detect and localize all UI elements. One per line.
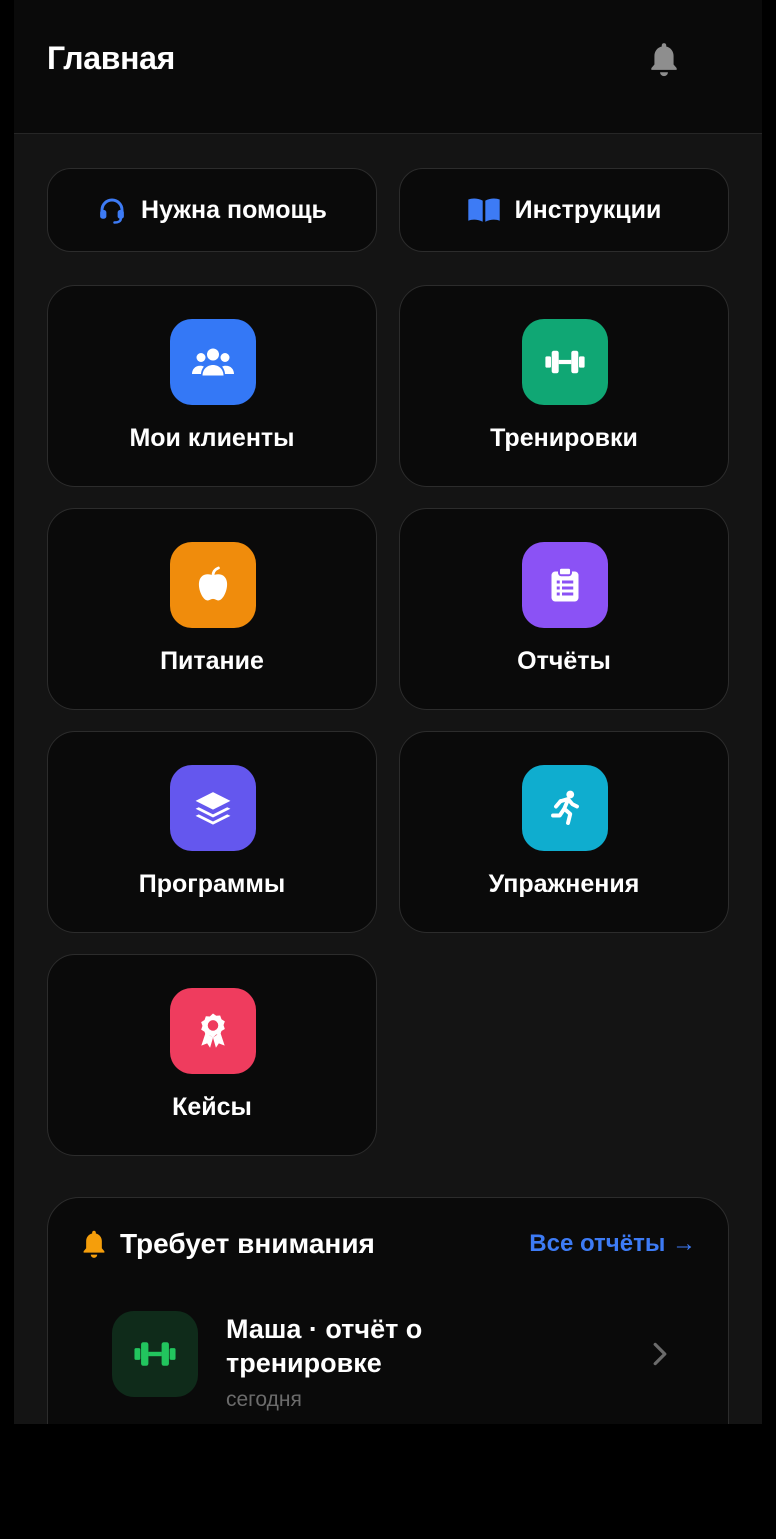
tile-label: Кейсы [172, 1093, 252, 1121]
headset-icon [100, 198, 124, 224]
tile-workouts[interactable]: Тренировки [399, 285, 729, 487]
users-icon [170, 319, 256, 405]
tile-label: Мои клиенты [129, 424, 295, 452]
layers-icon [170, 765, 256, 851]
attention-header: Требует внимания [80, 1228, 375, 1260]
notifications-button[interactable] [642, 38, 686, 82]
tile-label: Программы [138, 870, 286, 898]
attention-card: Требует внимания Все отчёты → Маша · отч… [47, 1197, 729, 1424]
all-reports-link[interactable]: Все отчёты → [529, 1230, 696, 1258]
list-item[interactable]: Маша · отчёт о тренировке сегодня [112, 1308, 672, 1411]
list-item-title: Маша · отчёт о тренировке [226, 1314, 423, 1378]
tile-label: Тренировки [490, 424, 638, 452]
top-bar: Главная [14, 0, 762, 134]
attention-title: Требует внимания [120, 1228, 375, 1259]
page-title: Главная [47, 40, 176, 76]
dumbbell-icon [522, 319, 608, 405]
apple-icon [170, 542, 256, 628]
bell-icon [651, 43, 677, 77]
award-icon [170, 988, 256, 1074]
home-screen: Главная Нужна помощь Инструкции Мои клие… [14, 0, 762, 1424]
list-item-subtitle: сегодня [226, 1388, 302, 1411]
instructions-button-label: Инструкции [514, 195, 662, 224]
clipboard-icon [522, 542, 608, 628]
instructions-button[interactable]: Инструкции [399, 168, 729, 252]
tile-label: Отчёты [517, 647, 611, 675]
tile-nutrition[interactable]: Питание [47, 508, 377, 710]
tile-label: Упражнения [488, 870, 640, 898]
tile-reports[interactable]: Отчёты [399, 508, 729, 710]
tile-cases[interactable]: Кейсы [47, 954, 377, 1156]
tile-programs[interactable]: Программы [47, 731, 377, 933]
chevron-right-icon [653, 1342, 667, 1366]
tile-label: Питание [160, 647, 264, 675]
dumbbell-icon [112, 1311, 198, 1397]
book-icon [467, 198, 500, 222]
tile-exercises[interactable]: Упражнения [399, 731, 729, 933]
help-button[interactable]: Нужна помощь [47, 168, 377, 252]
tile-clients[interactable]: Мои клиенты [47, 285, 377, 487]
bell-icon [83, 1230, 105, 1258]
running-icon [522, 765, 608, 851]
help-button-label: Нужна помощь [141, 195, 327, 224]
